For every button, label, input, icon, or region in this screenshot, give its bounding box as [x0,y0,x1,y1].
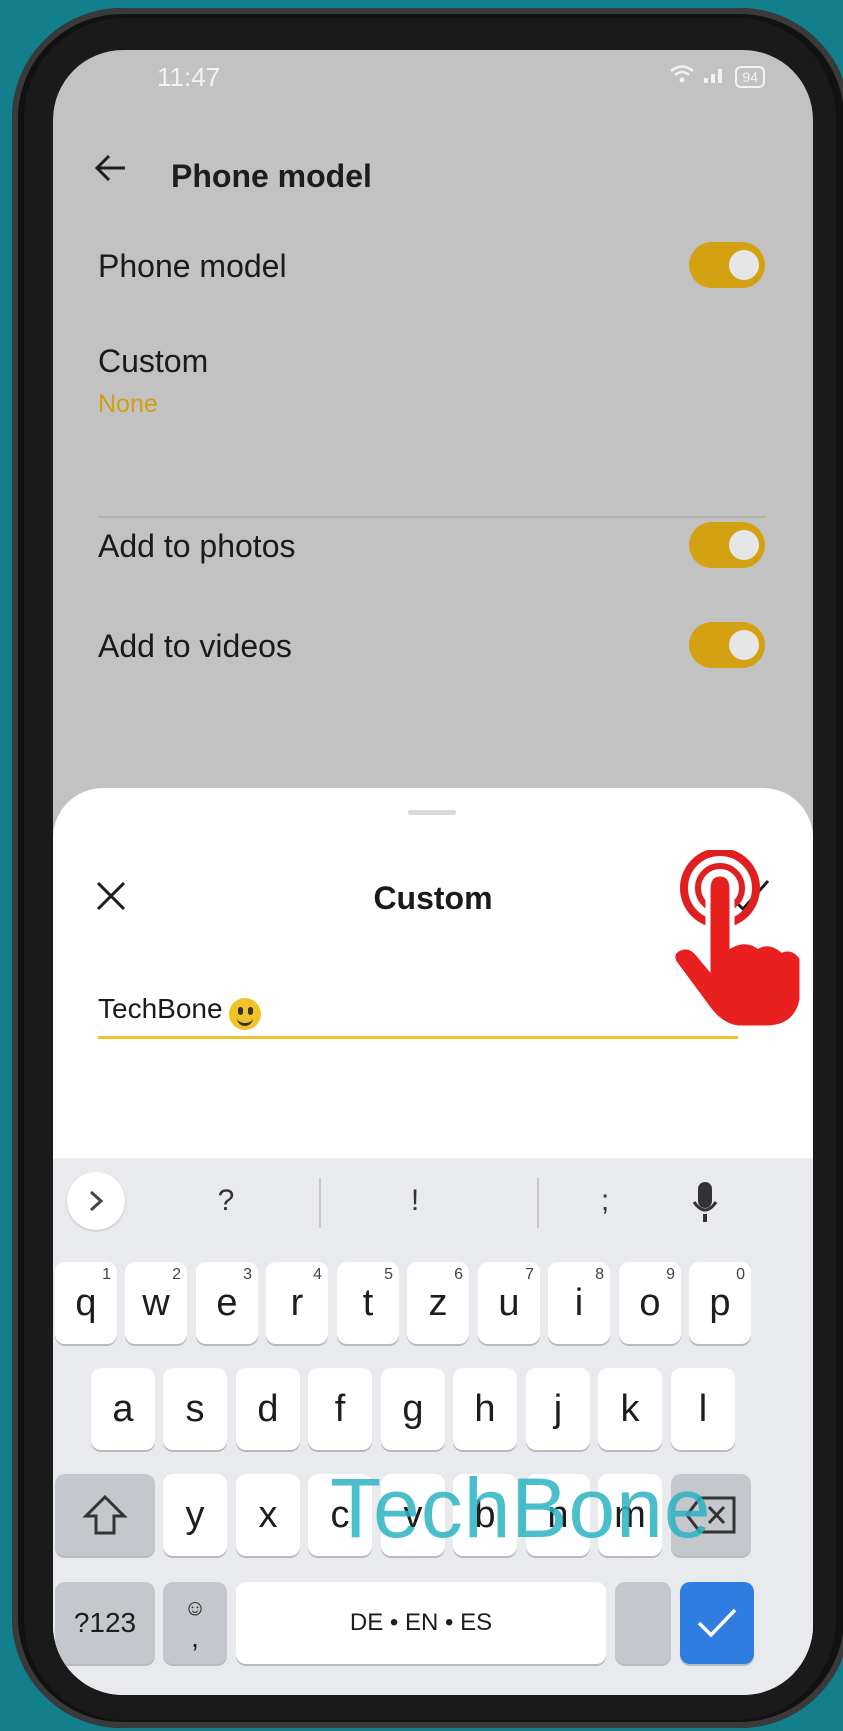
key-g[interactable]: g [381,1368,445,1450]
enter-key[interactable] [680,1582,754,1664]
sheet-handle[interactable] [408,810,456,815]
shift-key[interactable] [55,1474,155,1556]
key-o[interactable]: o9 [619,1262,681,1344]
back-arrow-icon[interactable] [93,150,129,186]
key-l[interactable]: l [671,1368,735,1450]
add-to-photos-label: Add to photos [98,528,296,564]
suggestion-3[interactable]: ; [555,1184,655,1218]
custom-label[interactable]: Custom [98,343,208,380]
key-k[interactable]: k [598,1368,662,1450]
key-p[interactable]: p0 [689,1262,751,1344]
status-time: 11:47 [157,62,221,92]
symbols-key[interactable]: ?123 [55,1582,155,1664]
key-s[interactable]: s [163,1368,227,1450]
key-d[interactable]: d [236,1368,300,1450]
expand-toolbar-button[interactable] [67,1172,125,1230]
key-u[interactable]: u7 [478,1262,540,1344]
key-q[interactable]: q1 [55,1262,117,1344]
shift-icon [82,1494,128,1535]
toggle-knob [729,630,759,660]
emoji-face-icon: ☺ [183,1595,207,1620]
phone-model-toggle[interactable] [689,242,765,288]
key-f[interactable]: f [308,1368,372,1450]
wifi-icon [669,64,695,90]
signal-icon [703,64,727,90]
key-a[interactable]: a [91,1368,155,1450]
tap-hand-icon [670,850,805,1030]
keyboard: ? ! ; q1 w2 e3 r4 t5 z6 u7 i8 o9 p0 a s … [53,1158,813,1695]
watermark-logo: TechBone [330,1461,712,1555]
mic-icon[interactable] [691,1180,719,1224]
suggestion-divider [537,1178,539,1228]
key-h[interactable]: h [453,1368,517,1450]
key-w[interactable]: w2 [125,1262,187,1344]
emoji-comma-key[interactable]: ☺ , [163,1582,227,1664]
enter-check-icon [697,1608,737,1638]
key-e[interactable]: e3 [196,1262,258,1344]
battery-icon: 94 [735,66,765,88]
custom-value: None [98,390,158,418]
custom-name-input[interactable]: TechBone [98,988,738,1039]
suggestion-1[interactable]: ? [176,1184,276,1218]
suggestion-bar: ? ! ; [53,1158,813,1244]
toggle-knob [729,530,759,560]
key-t[interactable]: t5 [337,1262,399,1344]
add-to-photos-toggle[interactable] [689,522,765,568]
add-to-videos-label: Add to videos [98,628,292,664]
status-icons: 94 [669,64,765,90]
key-x[interactable]: x [236,1474,300,1556]
divider [98,516,766,518]
key-z[interactable]: z6 [407,1262,469,1344]
smiley-emoji-icon [228,997,261,1030]
suggestion-2[interactable]: ! [365,1184,465,1218]
add-to-videos-toggle[interactable] [689,622,765,668]
page-title: Phone model [171,158,372,194]
toggle-knob [729,250,759,280]
key-r[interactable]: r4 [266,1262,328,1344]
period-key[interactable] [615,1582,671,1664]
suggestion-divider [319,1178,321,1228]
space-bar[interactable]: DE • EN • ES [236,1582,606,1664]
phone-model-label: Phone model [98,248,287,284]
input-text: TechBone [98,993,223,1024]
chevron-right-icon [89,1190,104,1212]
key-y[interactable]: y [163,1474,227,1556]
key-j[interactable]: j [526,1368,590,1450]
key-i[interactable]: i8 [548,1262,610,1344]
